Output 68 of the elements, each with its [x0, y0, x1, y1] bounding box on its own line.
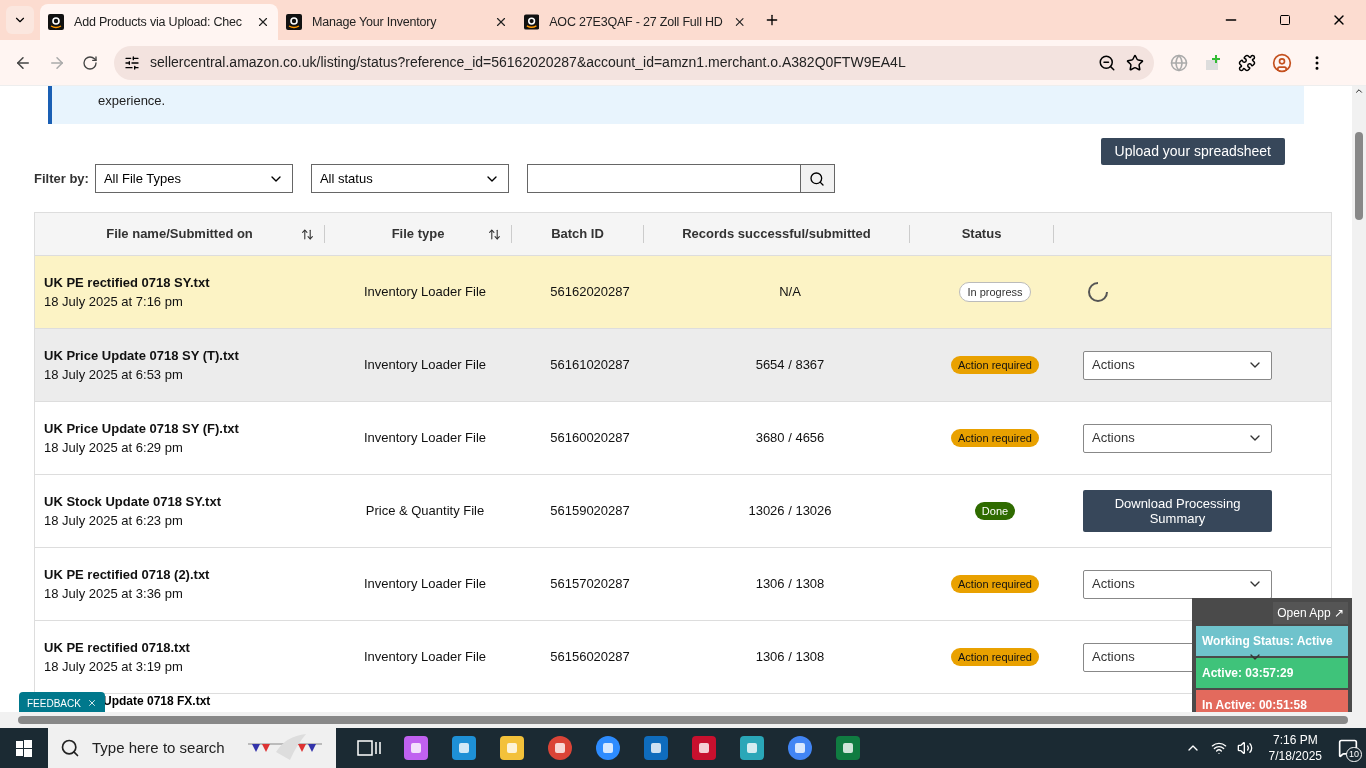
clock-time[interactable]: 7:16 PM [1272, 732, 1318, 748]
open-app-button[interactable]: Open App ↗ [1273, 602, 1348, 624]
search-placeholder: Type here to search [92, 737, 226, 758]
browser-tab[interactable]: AOC 27E3QAF - 27 Zoll Full HD [516, 4, 754, 40]
file-type: Inventory Loader File [363, 356, 487, 375]
file-name: UK Stock Update 0718 SY.txt [44, 492, 222, 511]
actions-dropdown[interactable]: Actions [1083, 423, 1272, 453]
records-count: 13026 / 13026 [748, 502, 832, 521]
status-select[interactable]: All status [310, 164, 509, 193]
file-type: Inventory Loader File [363, 283, 487, 302]
banner-text: experience. [98, 91, 166, 110]
browser-tab[interactable]: Add Products via Upload: Chec [40, 4, 278, 40]
tab-title: AOC 27E3QAF - 27 Zoll Full HD [549, 13, 723, 31]
submitted-date: 18 July 2025 at 7:16 pm [44, 293, 184, 311]
tab-title: Add Products via Upload: Chec [74, 13, 243, 31]
file-type: Price & Quantity File [365, 502, 485, 521]
column-header[interactable]: File name/Submitted on [35, 224, 324, 244]
records-count: 1306 / 1308 [755, 648, 825, 667]
column-header[interactable]: Records successful/submitted [644, 224, 909, 244]
submitted-date: 18 July 2025 at 3:19 pm [44, 658, 184, 676]
batch-id: 56161020287 [550, 356, 630, 375]
notification-count: 10 [1346, 746, 1362, 762]
column-header[interactable]: Batch ID [512, 224, 643, 244]
file-type: Inventory Loader File [363, 648, 487, 667]
browser-tab[interactable]: Manage Your Inventory [278, 4, 516, 40]
records-count: N/A [779, 283, 801, 302]
clock-date[interactable]: 7/18/2025 [1268, 748, 1322, 764]
feedback-tab[interactable]: FEEDBACK [19, 692, 105, 712]
batch-id: 56156020287 [550, 648, 630, 667]
status-badge: Action required [951, 647, 1039, 667]
url-text: sellercentral.amazon.co.uk/listing/status?reference_id=56162020287&account_id=amzn1.merchant.o.A382Q0FTW9EA4L [150, 53, 907, 72]
file-name: UK PE rectified 0718 (2).txt [44, 565, 211, 584]
status-badge: Action required [951, 428, 1039, 448]
active-time: Active: 03:57:29 [1196, 658, 1348, 688]
submitted-date: 18 July 2025 at 3:36 pm [44, 585, 184, 603]
file-name: UK PE rectified 0718.txt [44, 638, 191, 657]
status-badge: In progress [959, 281, 1031, 303]
file-type-select[interactable]: All File Types [94, 164, 293, 193]
file-name: UK Price Update 0718 SY (T).txt [44, 346, 240, 365]
address-bar[interactable]: sellercentral.amazon.co.uk/listing/status?reference_id=56162020287&account_id=amzn1.merchant.o.A382Q0FTW9EA4L [114, 45, 1154, 80]
batch-id: 56160020287 [550, 429, 630, 448]
column-header[interactable]: File type [325, 224, 511, 244]
records-count: 1306 / 1308 [755, 575, 825, 594]
actions-dropdown[interactable]: Actions [1083, 569, 1272, 599]
inactive-time: In Active: 00:51:58 [1196, 690, 1348, 712]
column-header[interactable]: Status [910, 224, 1053, 244]
file-type: Inventory Loader File [363, 429, 487, 448]
upload-spreadsheet-button[interactable]: Upload your spreadsheet [1100, 138, 1285, 165]
status-badge: Done [974, 501, 1016, 521]
status-badge: Action required [951, 355, 1039, 375]
download-summary-button[interactable]: Download Processing Summary [1083, 490, 1272, 532]
batch-id: 56157020287 [550, 575, 630, 594]
status-badge: Action required [951, 574, 1039, 594]
file-type: Inventory Loader File [363, 575, 487, 594]
submitted-date: 18 July 2025 at 6:53 pm [44, 366, 184, 384]
batch-id: 56162020287 [550, 283, 630, 302]
records-count: 3680 / 4656 [755, 429, 825, 448]
tab-title: Manage Your Inventory [312, 13, 438, 31]
batch-id: 56159020287 [550, 502, 630, 521]
submitted-date: 18 July 2025 at 6:23 pm [44, 512, 184, 530]
submitted-date: 18 July 2025 at 6:29 pm [44, 439, 184, 457]
working-status: Working Status: Active [1196, 626, 1348, 656]
file-name: UK PE rectified 0718 SY.txt [44, 273, 211, 292]
taskbar-search-field[interactable]: Type here to search [48, 728, 336, 768]
records-count: 5654 / 8367 [755, 356, 825, 375]
filter-label: Filter by: [34, 169, 89, 188]
file-name: UK Price Update 0718 SY (F).txt [44, 419, 240, 438]
actions-dropdown[interactable]: Actions [1083, 350, 1272, 380]
